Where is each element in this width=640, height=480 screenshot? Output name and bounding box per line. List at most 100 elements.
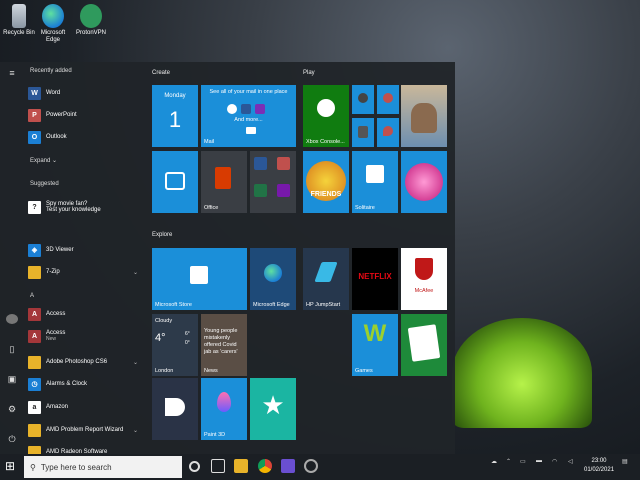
yahoo-icon	[255, 104, 265, 114]
suggested-app-icon: ?	[28, 200, 41, 214]
app-access-new[interactable]: A Access New	[28, 327, 140, 345]
amazon-icon: a	[28, 400, 41, 414]
groove-music-icon	[358, 93, 368, 103]
suggested-heading: Suggested	[30, 181, 59, 187]
edge-icon	[42, 4, 64, 28]
power-icon[interactable]: ⏻	[6, 434, 18, 444]
tile-mail[interactable]: See all of your mail in one place And mo…	[201, 85, 296, 147]
volume-icon[interactable]: ◁	[568, 458, 573, 465]
tile-office[interactable]: Office	[201, 151, 247, 213]
pictures-icon[interactable]: ▣	[6, 374, 18, 384]
hp-jumpstart-icon	[314, 262, 338, 282]
app-access[interactable]: A Access	[28, 305, 140, 323]
task-view-icon[interactable]	[211, 459, 225, 473]
app-word[interactable]: W Word	[28, 84, 140, 102]
3d-viewer-icon: ◈	[28, 243, 41, 257]
app-alarms-clock[interactable]: ◷ Alarms & Clock	[28, 375, 140, 393]
chrome-icon[interactable]	[258, 459, 272, 473]
tile-maps[interactable]	[377, 118, 399, 147]
avatar[interactable]	[6, 314, 18, 324]
expand-link[interactable]: Expand ⌄	[30, 157, 57, 164]
app-outlook[interactable]: O Outlook	[28, 128, 140, 146]
tile-paint-3d[interactable]: Paint 3D	[201, 378, 247, 440]
tile-solitaire[interactable]: Solitaire	[352, 151, 398, 213]
tile-microsoft-store[interactable]: Microsoft Store	[152, 248, 247, 310]
onenote-icon	[277, 184, 290, 197]
calculator-icon	[358, 126, 368, 138]
tile-netflix[interactable]: NETFLIX	[352, 248, 398, 310]
network-icon[interactable]: ▭	[520, 458, 526, 465]
recently-added-heading: Recently added	[30, 68, 72, 74]
desktop-icon-protonvpn[interactable]: ProtonVPN	[74, 4, 108, 37]
chevron-up-icon[interactable]: ⌃	[506, 458, 511, 465]
app-list: Recently added W Word P PowerPoint O Outloo…	[24, 62, 142, 459]
app-7zip[interactable]: 7-Zip ⌄	[28, 263, 140, 281]
letter-header-a[interactable]: A	[30, 293, 34, 299]
app-amazon[interactable]: a Amazon	[28, 398, 140, 416]
desktop-icon-recycle-bin[interactable]: Recycle Bin	[2, 4, 36, 37]
google-icon	[227, 104, 237, 114]
mcafee-shield-icon	[415, 258, 433, 280]
windows-start-icon[interactable]: ⊞	[5, 459, 19, 473]
tile-games[interactable]: W Games	[352, 314, 398, 376]
powerpoint-icon: P	[28, 108, 41, 122]
group-create[interactable]: Create	[152, 70, 170, 76]
tile-card-game[interactable]	[401, 314, 447, 376]
word-icon: W	[28, 86, 41, 100]
tile-photos[interactable]	[401, 85, 447, 147]
outlook-icon	[254, 157, 267, 170]
movies-tv-icon	[383, 93, 393, 103]
paint-3d-icon	[217, 392, 231, 412]
protonvpn-taskbar-icon[interactable]	[304, 459, 318, 473]
tile-dolby[interactable]	[152, 378, 198, 440]
notifications-icon[interactable]: ▤	[622, 458, 628, 465]
tile-candy-crush[interactable]	[401, 151, 447, 213]
desktop-icon-edge[interactable]: Microsoft Edge	[36, 4, 70, 44]
tile-calendar[interactable]: Monday 1	[152, 85, 198, 147]
cortana-icon[interactable]	[189, 461, 200, 472]
tile-movies[interactable]	[377, 85, 399, 114]
protonvpn-icon	[80, 4, 102, 28]
battery-icon[interactable]: ▬	[536, 458, 542, 464]
tile-weather[interactable]: Cloudy 4° 6° 0° London	[152, 314, 198, 376]
tile-star-app[interactable]: ★	[250, 378, 296, 440]
tile-mcafee[interactable]: McAfee	[401, 248, 447, 310]
outlook-icon: O	[28, 130, 41, 144]
documents-icon[interactable]: ▯	[6, 344, 18, 354]
start-menu: ≡ ▯ ▣ ⚙ ⏻ Recently added W Word P PowerPoi…	[0, 62, 455, 459]
tile-camera[interactable]	[152, 151, 198, 213]
tile-hp-jumpstart[interactable]: HP JumpStart	[303, 248, 349, 310]
app-taskbar-icon[interactable]	[281, 459, 295, 473]
map-pin-icon	[383, 126, 393, 136]
tile-friends-game[interactable]: FRIENDS	[303, 151, 349, 213]
dolby-icon	[165, 398, 185, 416]
group-explore[interactable]: Explore	[152, 232, 172, 238]
tile-xbox[interactable]: Xbox Console...	[303, 85, 349, 147]
tile-groove[interactable]	[352, 85, 374, 114]
app-amd-problem-report[interactable]: AMD Problem Report Wizard ⌄	[28, 421, 140, 439]
recycle-bin-icon	[12, 4, 26, 28]
tile-calculator[interactable]	[352, 118, 374, 147]
hamburger-icon[interactable]: ≡	[6, 68, 18, 78]
excel-icon	[254, 184, 267, 197]
weather-tray-icon[interactable]: ☁	[491, 458, 497, 465]
file-explorer-icon[interactable]	[234, 459, 248, 473]
folder-icon	[28, 265, 41, 279]
app-suggested[interactable]: ? Spy movie fan? Test your knowledge	[28, 196, 140, 218]
group-play[interactable]: Play	[303, 70, 315, 76]
app-powerpoint[interactable]: P PowerPoint	[28, 106, 140, 124]
tile-microsoft-edge[interactable]: Microsoft Edge	[250, 248, 296, 310]
tile-news[interactable]: Young people mistakenly offered Covid ja…	[201, 314, 247, 376]
wifi-icon[interactable]: ◠	[552, 458, 557, 465]
access-icon: A	[28, 329, 41, 343]
taskbar: ⊞ ⚲ Type here to search ☁ ⌃ ▭ ▬ ◠ ◁ 23:0…	[0, 454, 640, 480]
folder-icon	[28, 423, 41, 437]
settings-gear-icon[interactable]: ⚙	[6, 404, 18, 414]
camera-icon	[165, 172, 185, 190]
app-3d-viewer[interactable]: ◈ 3D Viewer	[28, 241, 140, 259]
clock[interactable]: 23:00 01/02/2021	[584, 457, 614, 475]
tile-office-apps[interactable]	[250, 151, 296, 213]
app-photoshop[interactable]: Adobe Photoshop CS6 ⌄	[28, 353, 140, 371]
search-box[interactable]: ⚲ Type here to search	[24, 456, 182, 478]
start-rail: ≡ ▯ ▣ ⚙ ⏻	[0, 62, 24, 454]
